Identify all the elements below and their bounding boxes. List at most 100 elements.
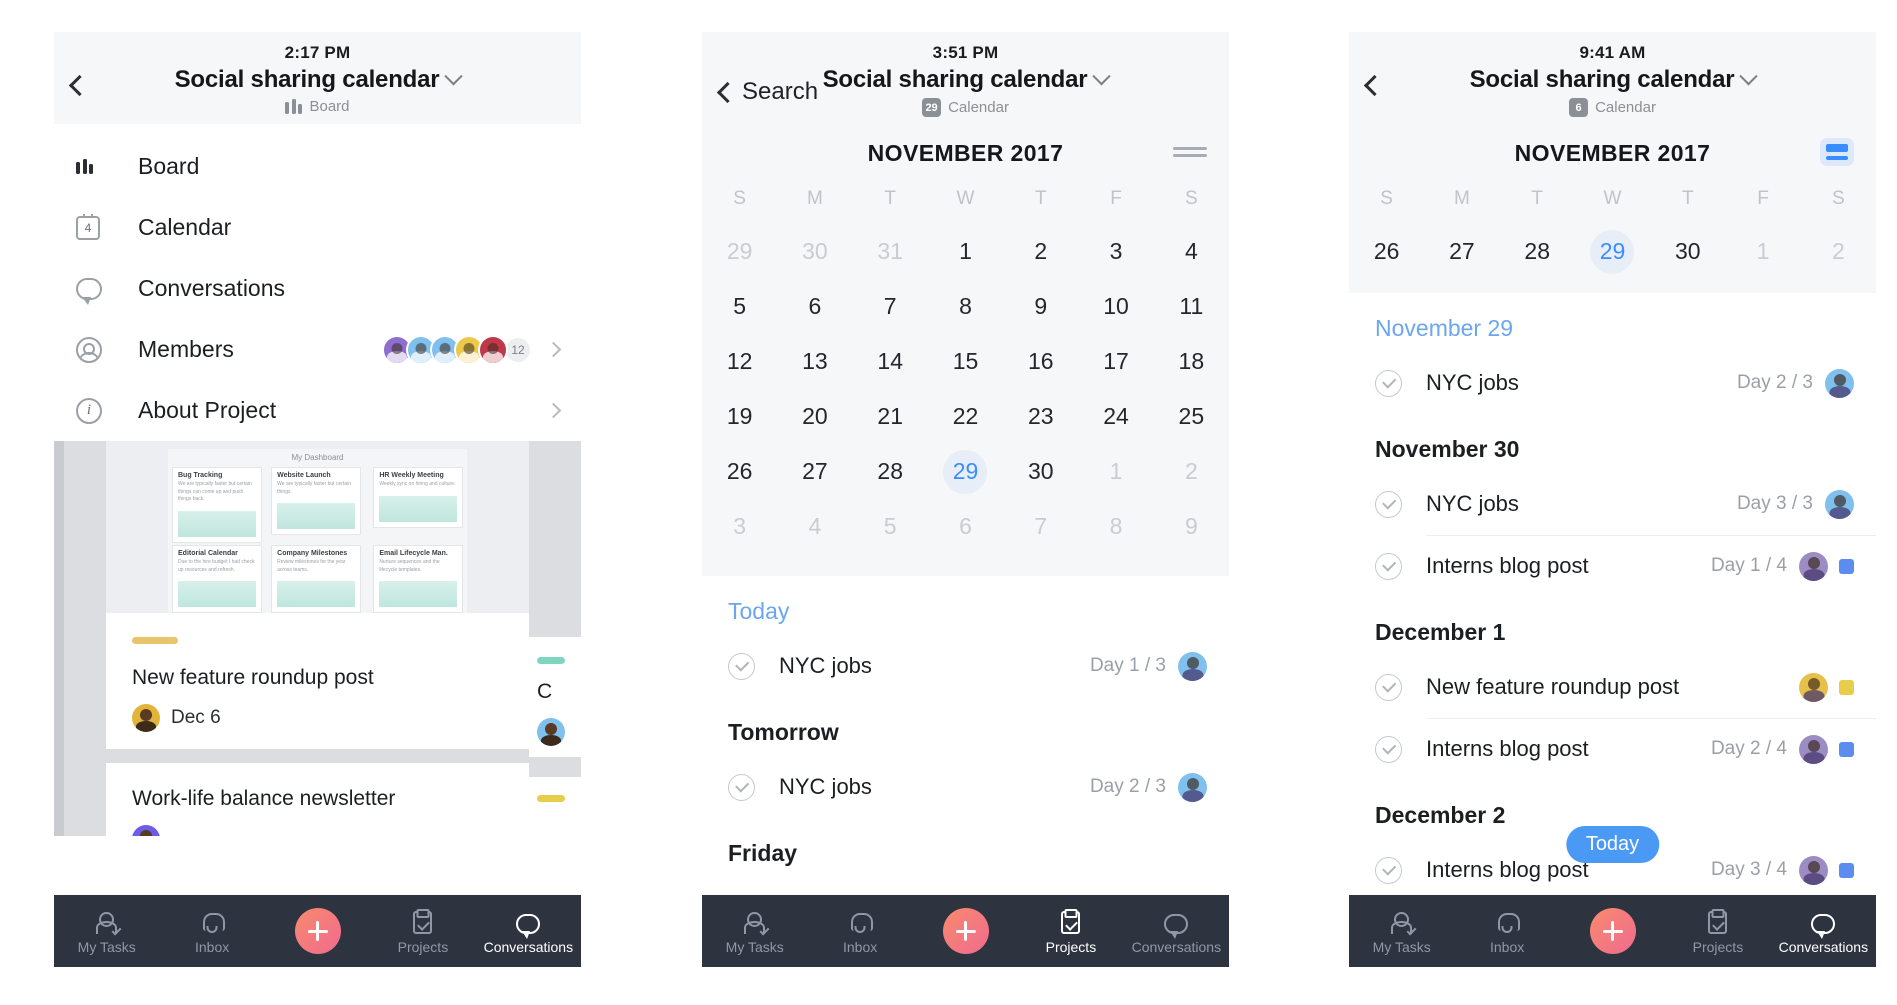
calendar-day-cell[interactable]: 29 — [1575, 224, 1650, 279]
calendar-day-cell[interactable]: 1 — [1725, 224, 1800, 279]
task-complete-checkbox[interactable] — [1375, 490, 1402, 518]
task-row[interactable]: New feature roundup post — [1349, 656, 1876, 718]
chevron-down-icon[interactable] — [1739, 66, 1759, 85]
calendar-day-cell[interactable]: 26 — [702, 444, 777, 499]
tab-conversations[interactable]: Conversations — [1124, 908, 1229, 955]
chevron-right-icon[interactable] — [545, 402, 562, 419]
calendar-day-cell[interactable]: 31 — [853, 224, 928, 279]
calendar-day-cell[interactable]: 5 — [702, 279, 777, 334]
tab-add[interactable] — [1560, 908, 1665, 954]
calendar-day-cell[interactable]: 26 — [1349, 224, 1424, 279]
calendar-day-cell[interactable]: 6 — [928, 499, 1003, 554]
calendar-day-cell[interactable]: 25 — [1154, 389, 1229, 444]
task-row[interactable]: NYC jobs Day 1 / 3 — [702, 635, 1229, 697]
today-jump-pill[interactable]: Today — [1565, 826, 1660, 863]
tab-my-tasks[interactable]: My Tasks — [1349, 908, 1454, 955]
tab-conversations[interactable]: Conversations — [476, 908, 581, 955]
task-row[interactable]: Interns blog post Day 2 / 4 — [1349, 718, 1876, 780]
add-icon[interactable] — [294, 908, 341, 954]
list-view-icon[interactable] — [1820, 138, 1854, 166]
calendar-day-cell[interactable]: 4 — [777, 499, 852, 554]
sidebar-item-conversations[interactable]: Conversations — [54, 258, 581, 319]
tab-inbox[interactable]: Inbox — [159, 908, 264, 955]
tab-inbox[interactable]: Inbox — [1454, 908, 1559, 955]
board-preview[interactable]: My Dashboard Bug Tracking We are typical… — [54, 441, 581, 836]
calendar-day-cell[interactable]: 8 — [1078, 499, 1153, 554]
calendar-day-cell[interactable]: 20 — [777, 389, 852, 444]
add-icon[interactable] — [1589, 908, 1636, 954]
sidebar-item-members[interactable]: Members 12 — [54, 319, 581, 380]
calendar-day-cell[interactable]: 28 — [1500, 224, 1575, 279]
calendar-day-cell[interactable]: 30 — [777, 224, 852, 279]
tab-projects[interactable]: Projects — [1665, 908, 1770, 955]
back-button[interactable]: Search — [716, 78, 818, 106]
calendar-day-cell[interactable]: 3 — [1078, 224, 1153, 279]
task-complete-checkbox[interactable] — [728, 773, 755, 801]
task-complete-checkbox[interactable] — [1375, 369, 1402, 397]
sidebar-item-board[interactable]: Board — [54, 136, 581, 197]
calendar-day-cell[interactable]: 16 — [1003, 334, 1078, 389]
tab-add[interactable] — [265, 908, 370, 954]
task-complete-checkbox[interactable] — [1375, 673, 1402, 701]
calendar-day-cell[interactable]: 6 — [777, 279, 852, 334]
calendar-day-cell[interactable]: 18 — [1154, 334, 1229, 389]
task-row[interactable]: NYC jobs Day 3 / 3 — [1349, 473, 1876, 535]
calendar-day-cell[interactable]: 27 — [777, 444, 852, 499]
calendar-day-cell[interactable]: 5 — [853, 499, 928, 554]
calendar-day-cell[interactable]: 17 — [1078, 334, 1153, 389]
calendar-day-cell[interactable]: 15 — [928, 334, 1003, 389]
back-button[interactable] — [68, 74, 91, 97]
calendar-day-cell[interactable]: 10 — [1078, 279, 1153, 334]
tab-projects[interactable]: Projects — [1018, 908, 1123, 955]
tab-inbox[interactable]: Inbox — [807, 908, 912, 955]
task-complete-checkbox[interactable] — [1375, 735, 1402, 763]
member-avatars[interactable]: 12 — [382, 334, 532, 365]
calendar-day-cell[interactable]: 11 — [1154, 279, 1229, 334]
calendar-day-cell[interactable]: 2 — [1801, 224, 1876, 279]
sidebar-item-about-project[interactable]: i About Project — [54, 380, 581, 441]
calendar-day-cell[interactable]: 4 — [1154, 224, 1229, 279]
calendar-day-cell[interactable]: 9 — [1154, 499, 1229, 554]
board-side-card[interactable]: C — [529, 637, 581, 757]
task-complete-checkbox[interactable] — [728, 652, 755, 680]
back-button[interactable] — [1363, 74, 1386, 97]
calendar-day-cell[interactable]: 29 — [702, 224, 777, 279]
chevron-down-icon[interactable] — [444, 66, 464, 85]
calendar-day-cell[interactable]: 30 — [1003, 444, 1078, 499]
task-row[interactable]: Interns blog post Day 1 / 4 — [1349, 535, 1876, 597]
calendar-day-cell[interactable]: 1 — [928, 224, 1003, 279]
calendar-day-cell[interactable]: 2 — [1154, 444, 1229, 499]
calendar-day-cell[interactable]: 1 — [1078, 444, 1153, 499]
calendar-day-cell[interactable]: 27 — [1424, 224, 1499, 279]
task-complete-checkbox[interactable] — [1375, 856, 1402, 884]
calendar-day-cell[interactable]: 2 — [1003, 224, 1078, 279]
calendar-day-cell[interactable]: 8 — [928, 279, 1003, 334]
calendar-day-cell[interactable]: 14 — [853, 334, 928, 389]
task-row[interactable]: NYC jobs Day 2 / 3 — [1349, 352, 1876, 414]
calendar-day-cell[interactable]: 30 — [1650, 224, 1725, 279]
task-row[interactable]: NYC jobs Day 2 / 3 — [702, 756, 1229, 818]
calendar-day-cell[interactable]: 24 — [1078, 389, 1153, 444]
board-card[interactable]: New feature roundup post Dec 6 — [106, 613, 529, 749]
list-view-icon[interactable] — [1173, 138, 1207, 166]
tab-conversations[interactable]: Conversations — [1771, 908, 1876, 955]
add-icon[interactable] — [942, 908, 989, 954]
chevron-right-icon[interactable] — [545, 341, 562, 358]
task-complete-checkbox[interactable] — [1375, 552, 1402, 580]
calendar-day-cell[interactable]: 3 — [702, 499, 777, 554]
project-title-row[interactable]: Social sharing calendar — [1349, 66, 1876, 94]
tab-projects[interactable]: Projects — [370, 908, 475, 955]
calendar-day-cell[interactable]: 12 — [702, 334, 777, 389]
calendar-day-cell[interactable]: 22 — [928, 389, 1003, 444]
board-side-card[interactable] — [529, 777, 581, 836]
calendar-day-cell[interactable]: 28 — [853, 444, 928, 499]
calendar-day-cell[interactable]: 29 — [928, 444, 1003, 499]
calendar-day-cell[interactable]: 7 — [853, 279, 928, 334]
chevron-down-icon[interactable] — [1092, 66, 1112, 85]
project-title-row[interactable]: Social sharing calendar — [54, 66, 581, 94]
calendar-day-cell[interactable]: 21 — [853, 389, 928, 444]
calendar-day-cell[interactable]: 13 — [777, 334, 852, 389]
sidebar-item-calendar[interactable]: 4 Calendar — [54, 197, 581, 258]
calendar-day-cell[interactable]: 7 — [1003, 499, 1078, 554]
calendar-day-cell[interactable]: 19 — [702, 389, 777, 444]
